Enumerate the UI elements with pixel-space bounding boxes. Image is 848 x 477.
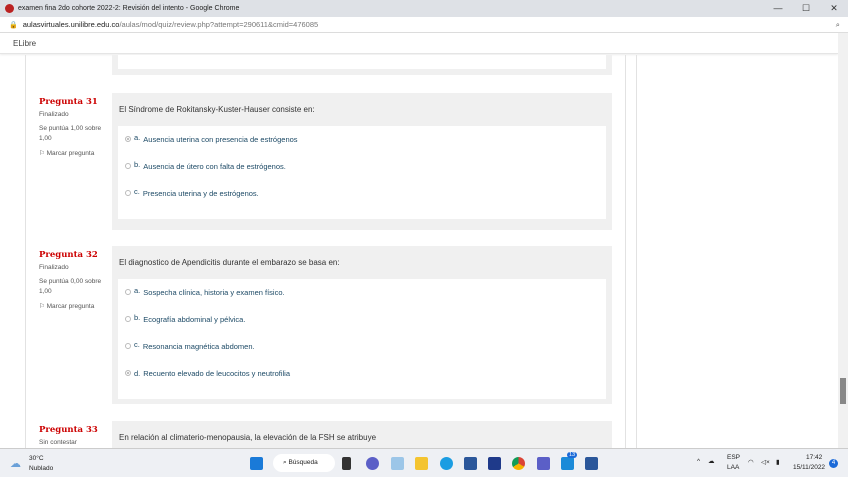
minimize-button[interactable]: — — [764, 0, 792, 17]
app-header: ELibre — [0, 33, 838, 54]
question-number: Pregunta 31 — [39, 97, 98, 107]
start-icon[interactable] — [250, 457, 263, 470]
question-box: En relación al climaterio-menopausia, la… — [112, 421, 612, 448]
answer-option[interactable]: d. Recuento elevado de leucocitos y neutr… — [118, 366, 606, 393]
lock-icon: 🔒 — [9, 21, 18, 29]
battery-icon[interactable]: ▮ — [776, 458, 780, 466]
previous-question-box — [112, 55, 612, 75]
answer-options: a. Ausencia uterina con presencia de estr… — [118, 126, 606, 219]
notification-badge[interactable]: 4 — [829, 459, 838, 468]
scrollbar-thumb[interactable] — [840, 378, 846, 404]
question-text: En relación al climaterio-menopausia, la… — [119, 433, 377, 442]
page-scrollbar[interactable] — [838, 33, 848, 448]
answer-option[interactable]: b. Ausencia de útero con falta de estróge… — [118, 159, 606, 186]
volume-icon[interactable]: ◁× — [761, 458, 770, 466]
radio[interactable] — [125, 289, 131, 295]
zoom-search-icon[interactable]: ⌕ — [836, 20, 840, 30]
edge-icon[interactable] — [440, 457, 453, 470]
flag-question-link[interactable]: ⚐ Marcar pregunta — [39, 149, 109, 157]
flag-icon: ⚐ — [39, 303, 47, 310]
radio[interactable] — [125, 190, 131, 196]
address-bar[interactable]: 🔒 aulasvirtuales.unilibre.edu.co/aulas/m… — [0, 17, 848, 33]
question-info: Pregunta 33 Sin contestar — [39, 425, 109, 446]
amazon-icon[interactable] — [391, 457, 404, 470]
question-box: El diagnostico de Apendicitis durante el… — [112, 246, 612, 404]
question-grade: Se puntúa 0,00 sobre 1,00 — [39, 278, 102, 295]
b-app-icon[interactable] — [488, 457, 501, 470]
question-state: Finalizado — [39, 111, 69, 118]
taskbar: ☁ 30°C Nublado ⌕ Búsqueda 13 ^ ☁ ESP LAA… — [0, 448, 848, 477]
window-title: examen fina 2do cohorte 2022-2: Revisión… — [18, 5, 240, 12]
question-number: Pregunta 32 — [39, 250, 98, 260]
radio[interactable] — [125, 163, 131, 169]
flag-icon: ⚐ — [39, 150, 47, 157]
question-number: Pregunta 33 — [39, 425, 98, 435]
url-path: /aulas/mod/quiz/review.php?attempt=29061… — [119, 20, 319, 29]
teams-icon[interactable] — [537, 457, 550, 470]
search-button[interactable]: ⌕ Búsqueda — [273, 454, 335, 472]
radio-selected[interactable] — [125, 370, 131, 376]
answer-option[interactable]: a. Ausencia uterina con presencia de estr… — [118, 132, 606, 159]
answer-option[interactable]: c. Presencia uterina y de estrógenos. — [118, 186, 606, 213]
favicon-icon — [5, 4, 14, 13]
maximize-button[interactable]: ☐ — [792, 0, 820, 17]
question-grade: Se puntúa 1,00 sobre 1,00 — [39, 125, 102, 142]
weather-desc: Nublado — [29, 465, 54, 472]
close-button[interactable]: ✕ — [820, 0, 848, 17]
clock-time[interactable]: 17:42 — [806, 454, 822, 461]
question-box: El Síndrome de Rokitansky-Kuster-Hauser … — [112, 93, 612, 230]
chrome-icon[interactable] — [512, 457, 525, 470]
url-domain: aulasvirtuales.unilibre.edu.co — [22, 20, 120, 29]
chat-icon[interactable] — [366, 457, 379, 470]
clock-date[interactable]: 15/11/2022 — [793, 464, 825, 471]
radio[interactable] — [125, 343, 131, 349]
mail-icon[interactable] — [561, 457, 574, 470]
radio-selected[interactable] — [125, 136, 131, 142]
task-view-icon[interactable] — [342, 457, 351, 470]
tray-chevron-icon[interactable]: ^ — [697, 458, 700, 465]
question-state: Sin contestar — [39, 439, 77, 446]
lang-2[interactable]: LAA — [727, 464, 739, 471]
radio[interactable] — [125, 316, 131, 322]
weather-temp[interactable]: 30°C — [29, 455, 44, 462]
flag-question-link[interactable]: ⚐ Marcar pregunta — [39, 302, 109, 310]
app-title[interactable]: ELibre — [13, 39, 36, 48]
title-bar: examen fina 2do cohorte 2022-2: Revisión… — [0, 0, 848, 17]
word-icon[interactable] — [585, 457, 598, 470]
answer-options: a. Sospecha clínica, historia y examen fí… — [118, 279, 606, 399]
lang-1[interactable]: ESP — [727, 454, 740, 461]
store-icon[interactable] — [464, 457, 477, 470]
question-text: El diagnostico de Apendicitis durante el… — [119, 258, 340, 267]
answer-option[interactable]: b. Ecografía abdominal y pélvica. — [118, 312, 606, 339]
mail-badge: 13 — [567, 452, 578, 458]
question-info: Pregunta 31 Finalizado Se puntúa 1,00 so… — [39, 97, 109, 157]
page-content: Pregunta 31 Finalizado Se puntúa 1,00 so… — [0, 55, 838, 448]
onedrive-icon[interactable]: ☁ — [708, 457, 715, 465]
question-info: Pregunta 32 Finalizado Se puntúa 0,00 so… — [39, 250, 109, 310]
file-explorer-icon[interactable] — [415, 457, 428, 470]
answer-option[interactable]: a. Sospecha clínica, historia y examen fí… — [118, 285, 606, 312]
question-state: Finalizado — [39, 264, 69, 271]
answer-option[interactable]: c. Resonancia magnética abdomen. — [118, 339, 606, 366]
weather-icon: ☁ — [10, 458, 21, 470]
question-text: El Síndrome de Rokitansky-Kuster-Hauser … — [119, 105, 315, 114]
wifi-icon[interactable]: ◠ — [748, 458, 754, 466]
